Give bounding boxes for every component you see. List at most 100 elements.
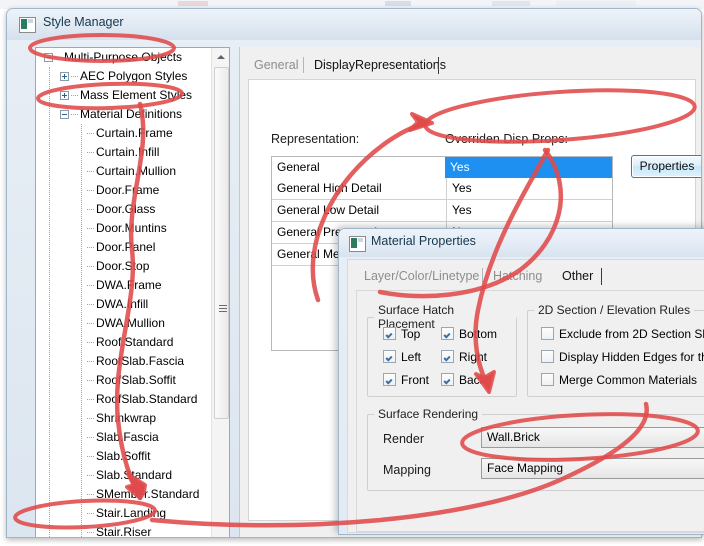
checkbox-back[interactable]: Back <box>441 373 486 387</box>
tree-item[interactable]: Slab.Fascia <box>36 428 211 447</box>
tree-item-label: Door.Muntins <box>96 221 167 235</box>
checkbox-merge-common-materials[interactable]: Merge Common Materials <box>541 373 697 387</box>
surface-rendering-legend: Surface Rendering <box>378 407 479 421</box>
tab-hatching[interactable]: Hatching <box>485 266 550 287</box>
table-row[interactable]: General Yes <box>272 157 612 178</box>
tree-connector <box>87 228 94 229</box>
tree-item[interactable]: Multi-Purpose Objects <box>36 48 211 67</box>
tree-item-label: Curtain.Frame <box>96 126 173 140</box>
tree-connector <box>87 171 94 172</box>
tree-item[interactable]: DWA.Infill <box>36 295 211 314</box>
collapse-minus-icon[interactable] <box>44 53 53 62</box>
checkbox-left[interactable]: Left <box>383 350 421 364</box>
tree-item[interactable]: Door.Stop <box>36 257 211 276</box>
tree-item[interactable]: DWA.Mullion <box>36 314 211 333</box>
tree-item[interactable]: AEC Polygon Styles <box>36 67 211 86</box>
tree-item[interactable]: Stair.Riser <box>36 523 211 537</box>
properties-button[interactable]: Properties <box>631 155 701 178</box>
section-rules-legend: 2D Section / Elevation Rules <box>538 303 691 317</box>
mapping-combobox[interactable]: Face Mapping <box>481 458 704 479</box>
tree-item-label: Curtain.Mullion <box>96 164 177 178</box>
style-tree[interactable]: Multi-Purpose Objects AEC Polygon Styles M… <box>36 48 211 537</box>
tree-connector <box>71 114 78 115</box>
tree-item[interactable]: SMember.Standard <box>36 485 211 504</box>
cell-representation: General <box>277 160 320 174</box>
tab-displayrepresentations[interactable]: DisplayRepresentations <box>306 55 454 76</box>
material-properties-body: Layer/Color/Linetype Hatching Other Surf… <box>347 259 704 533</box>
collapse-minus-icon[interactable] <box>60 110 69 119</box>
tree-connector <box>87 456 94 457</box>
tree-item[interactable]: RoofSlab.Fascia <box>36 352 211 371</box>
tree-item[interactable]: Curtain.Infill <box>36 143 211 162</box>
tree-item[interactable]: Stair.Landing <box>36 504 211 523</box>
tree-connector <box>87 304 94 305</box>
other-tab-panel: Surface Hatch Placement Top Bottom Left … <box>356 290 704 532</box>
tree-connector <box>87 266 94 267</box>
tree-guide-line <box>49 67 50 537</box>
tree-item[interactable]: Material Definitions <box>36 105 211 124</box>
tree-connector <box>87 209 94 210</box>
tree-connector <box>87 418 94 419</box>
tree-connector <box>87 494 94 495</box>
checkbox-display-hidden-edges[interactable]: Display Hidden Edges for th <box>541 350 704 364</box>
tree-item[interactable]: RoofSlab.Soffit <box>36 371 211 390</box>
checkbox-front[interactable]: Front <box>383 373 429 387</box>
tree-connector <box>87 475 94 476</box>
tree-item[interactable]: Door.Panel <box>36 238 211 257</box>
style-tree-panel[interactable]: Multi-Purpose Objects AEC Polygon Styles M… <box>35 47 230 537</box>
tree-item-label: DWA.Frame <box>96 278 162 292</box>
cell-overriden[interactable]: Yes <box>446 178 612 199</box>
tree-item[interactable]: Slab.Standard <box>36 466 211 485</box>
tree-item[interactable]: Door.Muntins <box>36 219 211 238</box>
tree-item-label: RoofSlab.Soffit <box>96 373 176 387</box>
tree-item-label: Roof.Standard <box>96 335 174 349</box>
tree-item-label: Curtain.Infill <box>96 145 160 159</box>
cell-overriden[interactable]: Yes <box>446 200 612 221</box>
checkbox-exclude-2d-section[interactable]: Exclude from 2D Section Sh <box>541 327 704 341</box>
expand-plus-icon[interactable] <box>60 91 69 100</box>
checkbox-box <box>383 327 396 340</box>
tab-other[interactable]: Other <box>554 266 601 287</box>
tree-item[interactable]: Door.Glass <box>36 200 211 219</box>
style-manager-titlebar[interactable]: Style Manager <box>7 9 701 40</box>
checkbox-right[interactable]: Right <box>441 350 487 364</box>
tree-item[interactable]: Roof.Standard <box>36 333 211 352</box>
tree-item-label: Slab.Standard <box>96 468 173 482</box>
render-combobox[interactable]: Wall.Brick <box>481 427 704 448</box>
checkbox-label: Back <box>459 373 486 387</box>
table-row[interactable]: General Low Detail Yes <box>272 200 612 222</box>
mapping-value: Face Mapping <box>487 461 564 475</box>
checkbox-top[interactable]: Top <box>383 327 420 341</box>
tree-item-label: Slab.Soffit <box>96 449 151 463</box>
tree-item[interactable]: Curtain.Frame <box>36 124 211 143</box>
tree-item[interactable]: Shrinkwrap <box>36 409 211 428</box>
material-properties-titlebar[interactable]: Material Properties <box>339 229 704 257</box>
tree-item-label: SMember.Standard <box>96 487 200 501</box>
scroll-up-arrow-icon[interactable] <box>212 48 229 65</box>
checkbox-label: Top <box>401 327 421 341</box>
tree-item[interactable]: DWA.Frame <box>36 276 211 295</box>
checkbox-bottom[interactable]: Bottom <box>441 327 497 341</box>
tree-item[interactable]: RoofSlab.Standard <box>36 390 211 409</box>
tree-item-label: RoofSlab.Standard <box>96 392 198 406</box>
tree-item-label: Door.Glass <box>96 202 156 216</box>
checkbox-label: Left <box>401 350 422 364</box>
table-row[interactable]: General High Detail Yes <box>272 178 612 200</box>
tree-item-label: Slab.Fascia <box>96 430 159 444</box>
scrollbar-thumb[interactable] <box>214 67 229 419</box>
checkbox-label: Front <box>401 373 430 387</box>
tree-item-label: Door.Panel <box>96 240 156 254</box>
tree-item[interactable]: Door.Frame <box>36 181 211 200</box>
tab-general[interactable]: General <box>246 55 306 76</box>
tree-connector <box>87 361 94 362</box>
cell-overriden[interactable]: Yes <box>445 157 612 178</box>
tab-layer-color-linetype[interactable]: Layer/Color/Linetype <box>356 266 487 287</box>
render-value: Wall.Brick <box>487 430 540 444</box>
expand-plus-icon[interactable] <box>60 72 69 81</box>
tree-item[interactable]: Mass Element Styles <box>36 86 211 105</box>
tree-item[interactable]: Slab.Soffit <box>36 447 211 466</box>
tree-scrollbar[interactable] <box>211 48 229 537</box>
tree-item[interactable]: Curtain.Mullion <box>36 162 211 181</box>
checkbox-box <box>441 350 454 363</box>
tree-item-label: DWA.Infill <box>96 297 149 311</box>
